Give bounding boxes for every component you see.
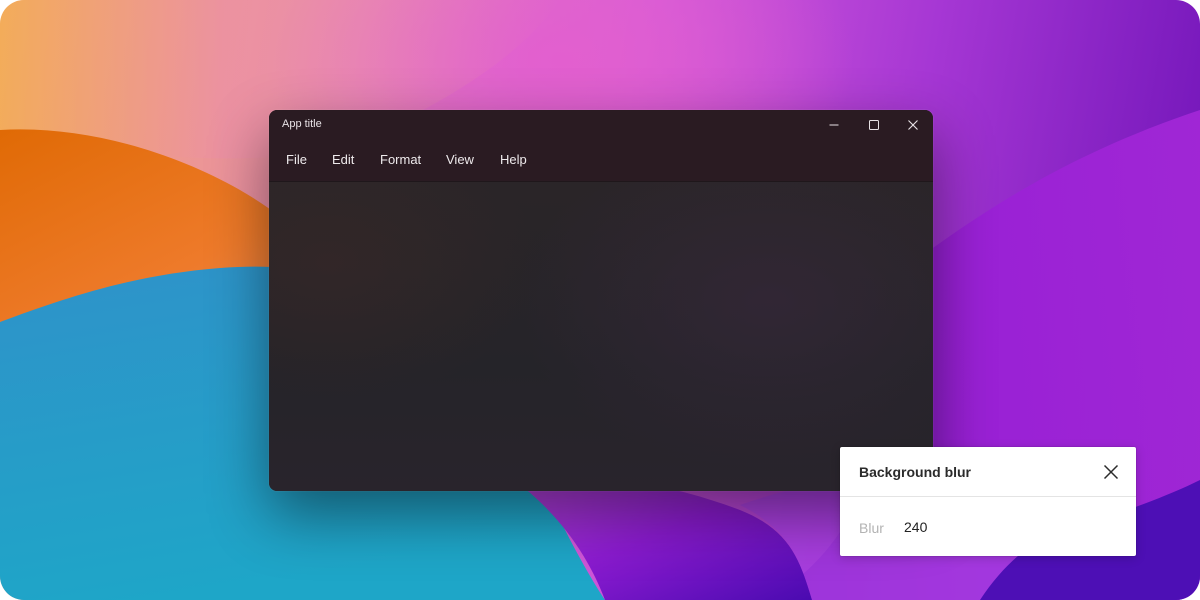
menu-bar: File Edit Format View Help (269, 140, 933, 182)
maximize-button[interactable] (854, 110, 894, 140)
close-icon (1103, 464, 1119, 480)
window-content-area[interactable] (269, 182, 933, 491)
window-title: App title (282, 118, 322, 130)
panel-close-button[interactable] (1098, 459, 1124, 485)
panel-header: Background blur (840, 447, 1136, 497)
maximize-icon (869, 120, 879, 130)
background-blur-panel: Background blur Blur (840, 447, 1136, 556)
menu-item-file[interactable]: File (286, 152, 307, 167)
panel-title: Background blur (859, 464, 972, 480)
blur-field-label: Blur (859, 520, 884, 536)
blur-value-input[interactable] (900, 514, 968, 540)
menu-item-format[interactable]: Format (380, 152, 421, 167)
menu-item-help[interactable]: Help (500, 152, 527, 167)
menu-item-edit[interactable]: Edit (332, 152, 354, 167)
title-bar[interactable]: App title (269, 110, 933, 140)
menu-item-view[interactable]: View (446, 152, 474, 167)
minimize-icon (829, 124, 839, 126)
minimize-button[interactable] (814, 110, 854, 140)
app-window: App title File Edit Format View Help (269, 110, 933, 491)
close-icon (908, 120, 918, 130)
close-button[interactable] (893, 110, 933, 140)
